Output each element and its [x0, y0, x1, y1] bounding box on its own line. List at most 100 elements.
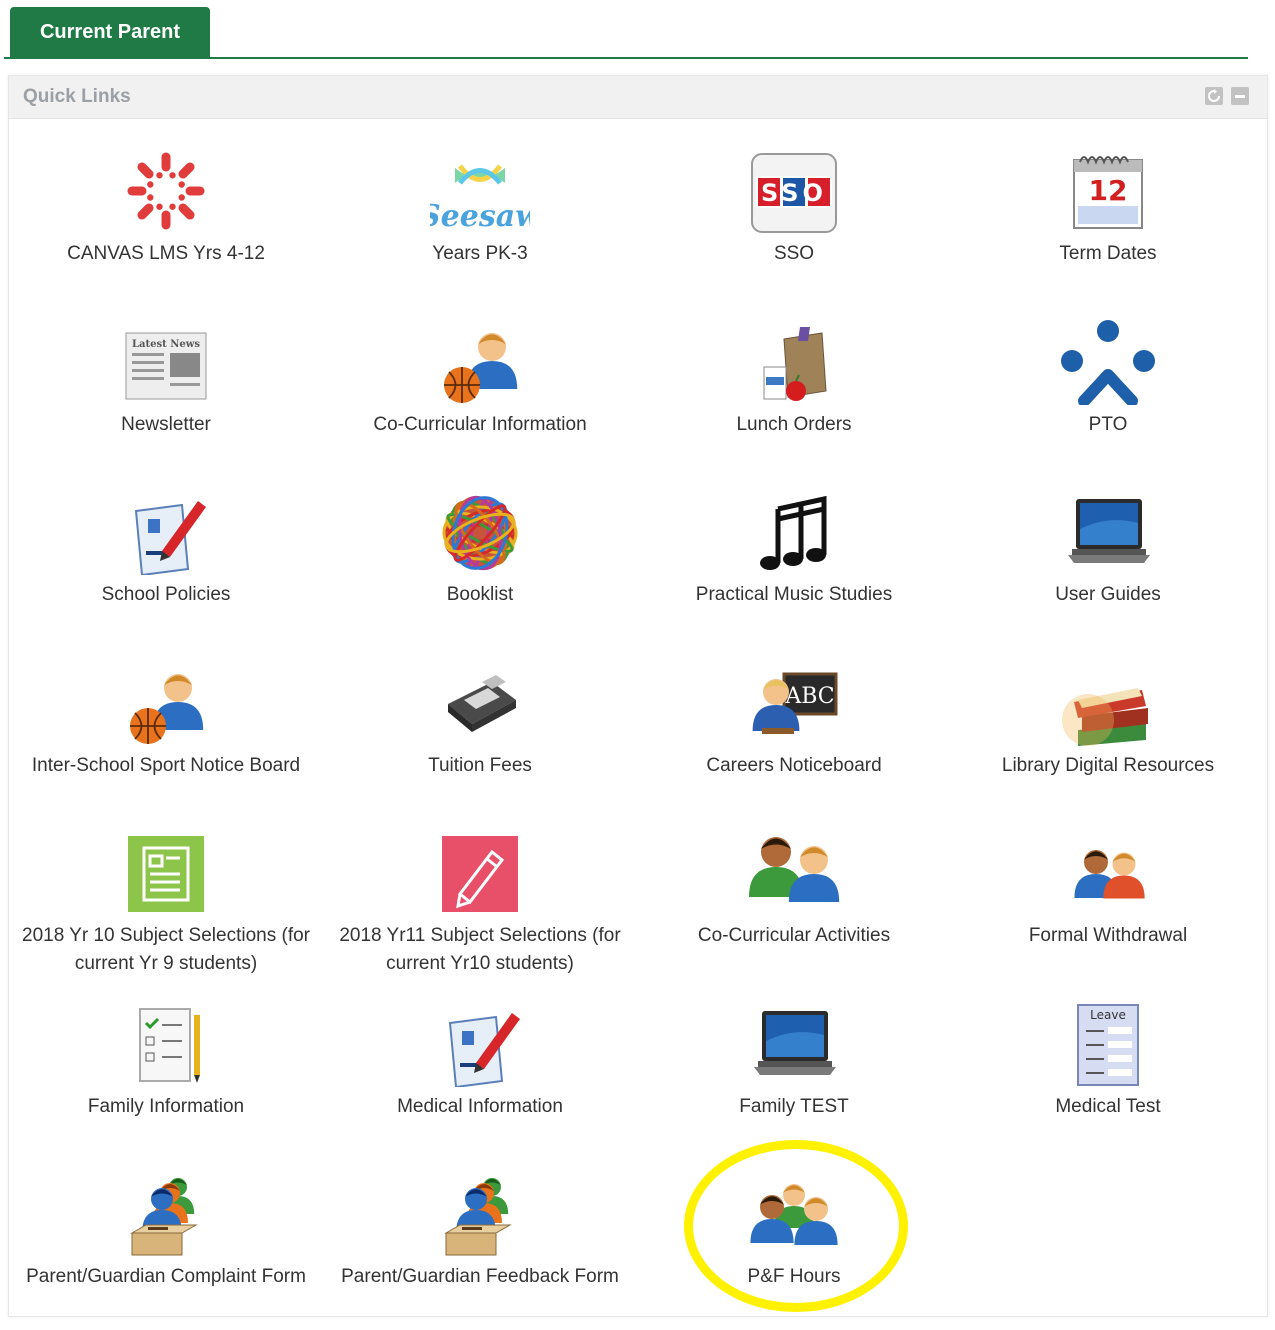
quick-link-item[interactable]: P&F Hours	[637, 1159, 951, 1330]
quick-link-item[interactable]: Lunch Orders	[637, 307, 951, 478]
icon-wrapper	[744, 319, 844, 405]
two-people-icon[interactable]	[744, 830, 844, 916]
document-pen-icon[interactable]	[116, 489, 216, 575]
quick-link-label[interactable]: Careers Noticeboard	[702, 752, 885, 780]
quick-link-label[interactable]: Co-Curricular Activities	[694, 922, 894, 950]
person-basketball-icon[interactable]	[430, 319, 530, 405]
green-document-icon[interactable]	[116, 830, 216, 916]
quick-link-item[interactable]: SSO SSO	[637, 136, 951, 307]
icon-wrapper: Seesaw	[430, 148, 530, 234]
teacher-abc-icon[interactable]: ABC	[744, 660, 844, 746]
quick-link-item[interactable]: 12 Term Dates	[951, 136, 1265, 307]
quick-link-item[interactable]: User Guides	[951, 477, 1265, 648]
tab-bar: Current Parent	[0, 0, 1275, 60]
icon-wrapper	[116, 489, 216, 575]
seesaw-logo-icon[interactable]: Seesaw	[430, 148, 530, 234]
quick-link-label[interactable]: PTO	[1085, 411, 1132, 439]
people-ballot-icon[interactable]	[430, 1171, 530, 1257]
calendar-icon[interactable]: 12	[1058, 148, 1158, 234]
laptop-icon[interactable]	[1058, 489, 1158, 575]
lunch-bag-icon[interactable]	[744, 319, 844, 405]
refresh-button[interactable]	[1205, 87, 1223, 105]
quick-link-label[interactable]: Co-Curricular Information	[369, 411, 590, 439]
quick-link-label[interactable]: Library Digital Resources	[998, 752, 1218, 780]
quick-link-label[interactable]: Lunch Orders	[732, 411, 855, 439]
laptop-icon[interactable]	[744, 1001, 844, 1087]
quick-link-item[interactable]: Library Digital Resources	[951, 648, 1265, 819]
icon-wrapper	[430, 1171, 530, 1257]
quick-link-label[interactable]: Family Information	[84, 1093, 248, 1121]
quick-link-label[interactable]: Tuition Fees	[424, 752, 536, 780]
quick-link-label[interactable]: SSO	[770, 240, 818, 268]
document-pen-icon[interactable]	[430, 1001, 530, 1087]
quick-link-label[interactable]: Parent/Guardian Feedback Form	[337, 1263, 623, 1291]
quick-link-label[interactable]: CANVAS LMS Yrs 4-12	[63, 240, 269, 268]
canvas-logo-icon[interactable]	[116, 148, 216, 234]
icon-wrapper	[430, 1001, 530, 1087]
quick-link-label[interactable]: Newsletter	[117, 411, 215, 439]
quick-link-item[interactable]: PTO	[951, 307, 1265, 478]
quick-link-label[interactable]: Formal Withdrawal	[1025, 922, 1191, 950]
quick-link-label[interactable]: User Guides	[1051, 581, 1165, 609]
checklist-icon[interactable]	[116, 1001, 216, 1087]
quick-link-label[interactable]: Years PK-3	[428, 240, 531, 268]
quick-link-item[interactable]: Co-Curricular Activities	[637, 818, 951, 989]
three-people-icon[interactable]	[744, 1171, 844, 1257]
quick-link-item[interactable]: Seesaw Years PK-3	[323, 136, 637, 307]
icon-wrapper: Latest News	[116, 319, 216, 405]
newspaper-icon[interactable]: Latest News	[116, 319, 216, 405]
two-people-small-icon[interactable]	[1058, 830, 1158, 916]
quick-link-label[interactable]: 2018 Yr11 Subject Selections (for curren…	[323, 922, 637, 978]
tab-current-parent[interactable]: Current Parent	[10, 7, 210, 57]
quick-link-item[interactable]: 2018 Yr11 Subject Selections (for curren…	[323, 818, 637, 989]
quick-link-item[interactable]: Medical Information	[323, 989, 637, 1160]
icon-wrapper	[116, 148, 216, 234]
quick-link-item[interactable]: Parent/Guardian Complaint Form	[9, 1159, 323, 1330]
minimize-button[interactable]	[1231, 87, 1249, 105]
quick-link-item[interactable]: Parent/Guardian Feedback Form	[323, 1159, 637, 1330]
refresh-icon	[1208, 89, 1220, 102]
icon-wrapper: 12	[1058, 148, 1158, 234]
quick-link-item[interactable]: ABC Careers Noticeboard	[637, 648, 951, 819]
quick-link-item[interactable]: Co-Curricular Information	[323, 307, 637, 478]
quick-link-item[interactable]: Family TEST	[637, 989, 951, 1160]
pink-pencil-icon[interactable]	[430, 830, 530, 916]
people-ballot-icon[interactable]	[116, 1171, 216, 1257]
quick-link-item[interactable]: 2018 Yr 10 Subject Selections (for curre…	[9, 818, 323, 989]
leave-form-icon[interactable]: Leave	[1058, 1001, 1158, 1087]
icon-wrapper	[116, 1171, 216, 1257]
quick-link-label[interactable]: P&F Hours	[744, 1263, 845, 1291]
sso-icon[interactable]: SSO	[744, 148, 844, 234]
quick-link-label[interactable]: Medical Test	[1051, 1093, 1164, 1121]
pto-logo-icon[interactable]	[1058, 319, 1158, 405]
music-notes-icon[interactable]	[744, 489, 844, 575]
books-icon[interactable]	[1058, 660, 1158, 746]
quick-link-label[interactable]: Parent/Guardian Complaint Form	[22, 1263, 310, 1291]
card-terminal-icon[interactable]	[430, 660, 530, 746]
quick-link-item[interactable]: Booklist	[323, 477, 637, 648]
person-basketball-icon[interactable]	[116, 660, 216, 746]
quick-link-label[interactable]: 2018 Yr 10 Subject Selections (for curre…	[9, 922, 323, 978]
quick-link-label[interactable]: Medical Information	[393, 1093, 567, 1121]
quick-link-label[interactable]: Family TEST	[735, 1093, 852, 1121]
quick-link-label[interactable]: School Policies	[98, 581, 235, 609]
quick-link-item[interactable]: Leave Medical Test	[951, 989, 1265, 1160]
quick-link-label[interactable]: Term Dates	[1055, 240, 1160, 268]
svg-text:Latest News: Latest News	[132, 339, 200, 350]
quick-link-item[interactable]: Inter-School Sport Notice Board	[9, 648, 323, 819]
icon-wrapper	[744, 1171, 844, 1257]
svg-text:ABC: ABC	[784, 684, 834, 709]
quick-link-item[interactable]: Practical Music Studies	[637, 477, 951, 648]
quick-link-item[interactable]: CANVAS LMS Yrs 4-12	[9, 136, 323, 307]
panel-header: Quick Links	[9, 76, 1267, 119]
quick-link-label[interactable]: Inter-School Sport Notice Board	[28, 752, 304, 780]
quick-link-item[interactable]: Formal Withdrawal	[951, 818, 1265, 989]
quick-link-label[interactable]: Practical Music Studies	[692, 581, 896, 609]
quick-link-item[interactable]: Tuition Fees	[323, 648, 637, 819]
quick-link-item[interactable]: Family Information	[9, 989, 323, 1160]
quick-links-grid: CANVAS LMS Yrs 4-12 Seesaw Years PK-3 SSO…	[9, 136, 1267, 1330]
quick-link-item[interactable]: Latest News Newsletter	[9, 307, 323, 478]
quick-link-label[interactable]: Booklist	[443, 581, 518, 609]
rubber-band-ball-icon[interactable]	[430, 489, 530, 575]
quick-link-item[interactable]: School Policies	[9, 477, 323, 648]
